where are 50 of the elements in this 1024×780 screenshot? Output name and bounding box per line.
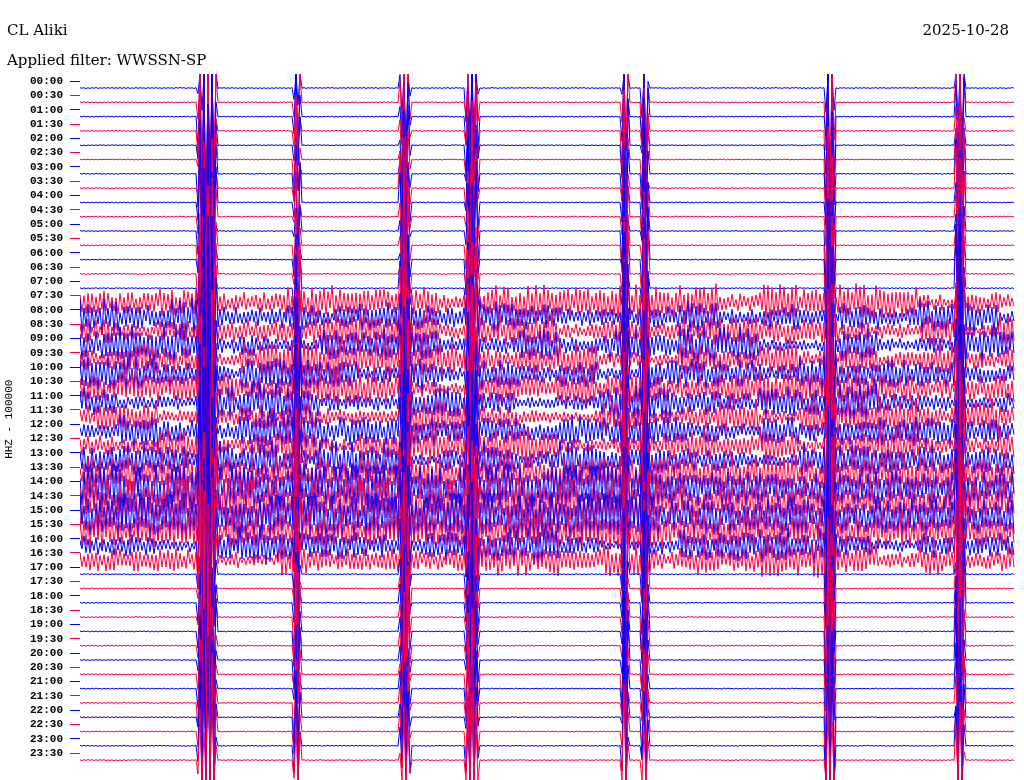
time-label: 22:00: [30, 703, 63, 718]
time-label: 19:00: [30, 617, 63, 632]
time-label: 15:00: [30, 502, 63, 518]
time-label: 02:00: [30, 131, 63, 146]
time-label: 16:00: [30, 531, 63, 546]
time-label: 05:00: [30, 216, 63, 232]
time-label: 07:30: [30, 288, 63, 303]
time-label: 23:00: [30, 731, 63, 746]
time-label: 14:30: [30, 488, 63, 503]
time-label: 18:00: [30, 588, 63, 603]
time-label: 08:30: [30, 317, 63, 332]
time-label: 03:30: [30, 174, 63, 189]
time-label: 04:30: [30, 202, 63, 217]
time-label: 12:30: [30, 431, 63, 446]
time-label: 14:00: [30, 474, 63, 489]
time-label: 06:00: [30, 245, 63, 260]
time-label: 06:30: [30, 259, 63, 275]
time-label: 17:30: [30, 574, 63, 589]
time-label: 11:00: [30, 388, 63, 403]
time-label: 11:30: [30, 402, 63, 418]
time-label: 15:30: [30, 517, 63, 532]
time-label: 22:30: [30, 717, 63, 732]
time-label: 10:00: [30, 359, 63, 375]
time-label: 05:30: [30, 231, 63, 246]
time-label: 17:00: [30, 560, 63, 575]
time-label: 18:30: [30, 603, 63, 618]
time-label: 07:00: [30, 274, 63, 289]
time-label: 01:00: [30, 102, 63, 117]
time-label: 23:30: [30, 745, 63, 761]
time-label: 20:00: [30, 645, 63, 661]
time-label: 09:30: [30, 345, 63, 360]
time-label: 16:30: [30, 545, 63, 561]
time-label: 13:00: [30, 445, 63, 460]
time-label: 21:30: [30, 688, 63, 704]
time-label: 08:00: [30, 302, 63, 318]
time-label: 19:30: [30, 631, 63, 646]
filter-label: Applied filter: WWSSN-SP: [7, 51, 207, 69]
time-label: 01:30: [30, 116, 63, 132]
time-label: 03:00: [30, 159, 63, 175]
time-label: 13:30: [30, 460, 63, 475]
time-label: 20:30: [30, 660, 63, 675]
time-label: 04:00: [30, 188, 63, 203]
time-label: 12:00: [30, 417, 63, 432]
time-label: 00:00: [30, 74, 63, 89]
time-label: 10:30: [30, 374, 63, 389]
time-label: 02:30: [30, 145, 63, 160]
time-label: 00:30: [30, 88, 63, 103]
time-label: 21:00: [30, 674, 63, 689]
time-label: 09:00: [30, 331, 63, 346]
axis-label: HHZ - 100000: [2, 379, 17, 459]
